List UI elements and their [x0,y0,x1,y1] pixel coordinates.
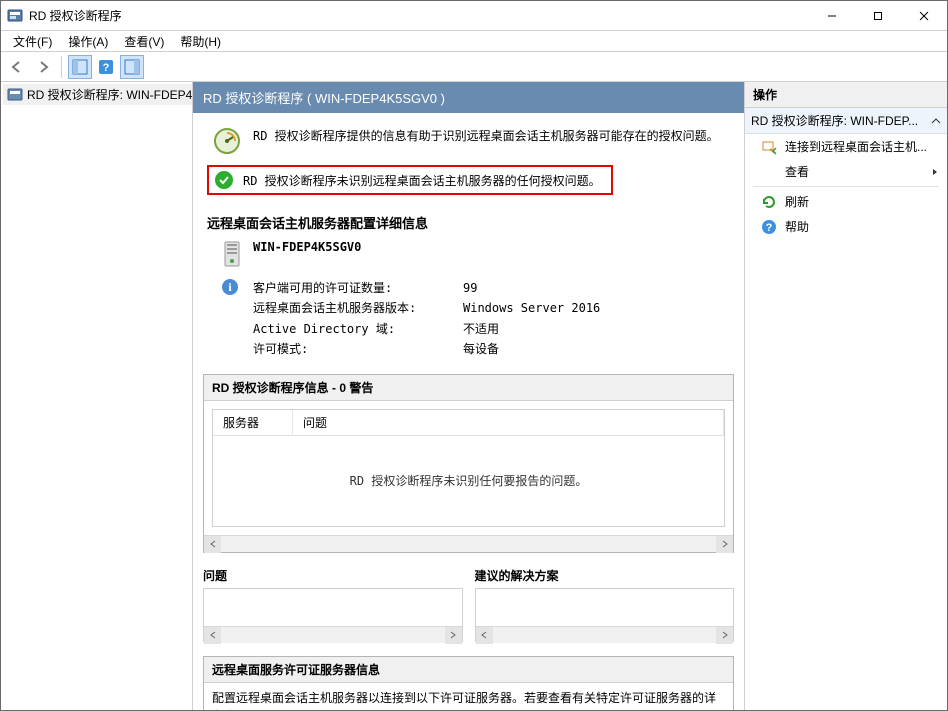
status-ok-icon [215,171,233,189]
tree-pane: RD 授权诊断程序: WIN-FDEP4 [1,82,193,710]
status-text: RD 授权诊断程序未识别远程桌面会话主机服务器的任何授权问题。 [243,172,601,189]
mode-value: 每设备 [463,339,600,359]
intro-text: RD 授权诊断程序提供的信息有助于识别远程桌面会话主机服务器可能存在的授权问题。 [253,127,719,144]
col-server[interactable]: 服务器 [213,410,293,435]
toolbar: ? [1,52,947,82]
info-icon: i [221,278,243,360]
svg-text:?: ? [766,222,773,234]
solution-block: 建议的解决方案 [475,567,735,642]
version-label: 远程桌面会话主机服务器版本: [253,298,463,318]
cert-desc-line1: 配置远程桌面会话主机服务器以连接到以下许可证服务器。若要查看有关特定许可证服务器… [212,691,716,705]
version-value: Windows Server 2016 [463,298,600,318]
action-refresh[interactable]: 刷新 [745,189,947,214]
content-pane: RD 授权诊断程序 ( WIN-FDEP4K5SGV0 ) RD 授权诊断程序提… [193,82,745,710]
ad-value: 不适用 [463,319,600,339]
action-help-label: 帮助 [785,218,809,235]
server-block: WIN-FDEP4K5SGV0 [221,240,736,268]
tree-root-label: RD 授权诊断程序: WIN-FDEP4 [27,86,192,103]
issues-table-empty: RD 授权诊断程序未识别任何要报告的问题。 [213,436,724,526]
maximize-button[interactable] [855,1,901,30]
window-title: RD 授权诊断程序 [29,7,809,24]
intro-row: RD 授权诊断程序提供的信息有助于识别远程桌面会话主机服务器可能存在的授权问题。 [201,123,736,165]
menu-action[interactable]: 操作(A) [60,31,116,52]
licenses-label: 客户端可用的许可证数量: [253,278,463,298]
cert-panel: 远程桌面服务许可证服务器信息 配置远程桌面会话主机服务器以连接到以下许可证服务器… [203,656,734,710]
actions-group-label: RD 授权诊断程序: WIN-FDEP... [751,112,918,129]
actions-pane: 操作 RD 授权诊断程序: WIN-FDEP... 连接到远程桌面会话主机...… [745,82,947,710]
nav-back-button[interactable] [5,55,29,79]
server-icon [221,240,243,268]
body: RD 授权诊断程序: WIN-FDEP4 RD 授权诊断程序 ( WIN-FDE… [1,82,947,710]
actions-group-title[interactable]: RD 授权诊断程序: WIN-FDEP... [745,108,947,134]
close-button[interactable] [901,1,947,30]
refresh-icon [761,194,777,210]
menubar: 文件(F) 操作(A) 查看(V) 帮助(H) [1,31,947,52]
info-panel: RD 授权诊断程序信息 - 0 警告 服务器 问题 RD 授权诊断程序未识别任何… [203,374,734,553]
help-icon: ? [761,219,777,235]
scroll-right-icon[interactable] [716,627,733,644]
connect-icon [761,139,777,155]
ad-label: Active Directory 域: [253,319,463,339]
issues-table-head: 服务器 问题 [213,410,724,436]
cert-panel-title: 远程桌面服务许可证服务器信息 [204,657,733,683]
show-tree-button[interactable] [68,55,92,79]
status-box: RD 授权诊断程序未识别远程桌面会话主机服务器的任何授权问题。 [207,165,613,195]
action-help[interactable]: ? 帮助 [745,214,947,239]
action-view-label: 查看 [785,163,809,180]
issues-hscroll[interactable] [204,626,462,643]
tree-root-node[interactable]: RD 授权诊断程序: WIN-FDEP4 [3,84,192,105]
scroll-left-icon[interactable] [204,536,221,553]
titlebar: RD 授权诊断程序 [1,1,947,31]
collapse-up-icon[interactable] [931,116,941,126]
app-icon [7,8,23,24]
menu-view[interactable]: 查看(V) [116,31,172,52]
app-window: RD 授权诊断程序 文件(F) 操作(A) 查看(V) 帮助(H) ? RD 授… [0,0,948,711]
content-body: RD 授权诊断程序提供的信息有助于识别远程桌面会话主机服务器可能存在的授权问题。… [193,113,744,710]
config-section-title: 远程桌面会话主机服务器配置详细信息 [207,213,730,232]
issues-table: 服务器 问题 RD 授权诊断程序未识别任何要报告的问题。 [212,409,725,527]
solution-hscroll[interactable] [476,626,734,643]
tree-root-icon [7,87,23,103]
issues-solution-row: 问题 建议的解决方案 [203,567,734,642]
scroll-left-icon[interactable] [476,627,493,644]
content-header: RD 授权诊断程序 ( WIN-FDEP4K5SGV0 ) [193,82,744,113]
toolbar-separator [61,56,62,78]
config-detail-block: i 客户端可用的许可证数量: 远程桌面会话主机服务器版本: Active Dir… [221,278,736,360]
scroll-right-icon[interactable] [716,536,733,553]
window-controls [809,1,947,30]
actions-title: 操作 [745,82,947,108]
info-panel-title: RD 授权诊断程序信息 - 0 警告 [204,375,733,401]
scroll-right-icon[interactable] [445,627,462,644]
svg-text:?: ? [103,62,110,74]
config-rows: 客户端可用的许可证数量: 远程桌面会话主机服务器版本: Active Direc… [253,278,600,360]
action-refresh-label: 刷新 [785,193,809,210]
actions-separator [753,186,939,187]
server-name: WIN-FDEP4K5SGV0 [253,240,361,254]
action-connect-label: 连接到远程桌面会话主机... [785,138,927,155]
show-actions-button[interactable] [120,55,144,79]
diagnostic-icon [211,127,243,155]
issues-block: 问题 [203,567,463,642]
menu-file[interactable]: 文件(F) [5,31,60,52]
licenses-value: 99 [463,278,600,298]
action-connect[interactable]: 连接到远程桌面会话主机... [745,134,947,159]
action-view[interactable]: 查看 [745,159,947,184]
solution-box [475,588,735,642]
minimize-button[interactable] [809,1,855,30]
help-toolbar-button[interactable]: ? [94,55,118,79]
col-issue[interactable]: 问题 [293,410,724,435]
submenu-arrow-icon [931,168,939,176]
menu-help[interactable]: 帮助(H) [172,31,229,52]
issues-box [203,588,463,642]
nav-forward-button[interactable] [31,55,55,79]
scroll-left-icon[interactable] [204,627,221,644]
solution-title: 建议的解决方案 [475,567,735,584]
cert-desc-line2: 名称 [212,709,236,710]
mode-label: 许可模式: [253,339,463,359]
issues-title: 问题 [203,567,463,584]
info-hscroll[interactable] [204,535,733,552]
